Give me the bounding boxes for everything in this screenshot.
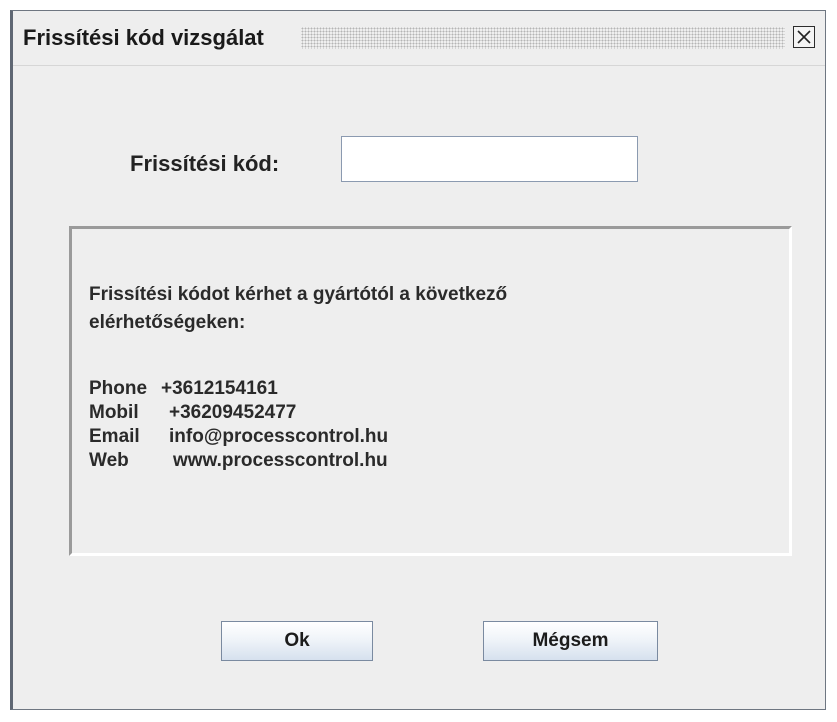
cancel-button[interactable]: Mégsem (483, 621, 658, 661)
contact-value: info@processcontrol.hu (169, 426, 389, 447)
contact-row-phone: Phone +3612154161 (89, 377, 388, 401)
title-bar[interactable]: Frissítési kód vizsgálat (13, 11, 825, 66)
code-label: Frissítési kód: (130, 151, 280, 176)
code-input[interactable] (341, 136, 638, 182)
contact-value: www.processcontrol.hu (173, 450, 388, 471)
close-icon (795, 28, 813, 46)
contact-key: Email (89, 426, 140, 447)
contact-value: +3612154161 (161, 378, 278, 399)
contact-value: +36209452477 (169, 402, 297, 423)
title-bar-grip[interactable] (301, 27, 785, 49)
contact-row-email: Email info@processcontrol.hu (89, 425, 388, 449)
info-message: Frissítési kódot kérhet a gyártótól a kö… (89, 284, 508, 333)
close-button[interactable] (793, 26, 815, 48)
contact-row-web: Web www.processcontrol.hu (89, 449, 388, 473)
contact-list: Phone +3612154161 Mobil +36209452477 Email… (89, 377, 388, 473)
dialog-title: Frissítési kód vizsgálat (23, 25, 264, 50)
contact-key: Web (89, 450, 129, 471)
contact-key: Phone (89, 378, 148, 399)
info-panel: Frissítési kódot kérhet a gyártótól a kö… (69, 226, 792, 556)
ok-button[interactable]: Ok (221, 621, 373, 661)
dialog-window: Frissítési kód vizsgálat Frissítési kód:… (10, 10, 826, 710)
contact-row-mobil: Mobil +36209452477 (89, 401, 388, 425)
contact-key: Mobil (89, 402, 139, 423)
